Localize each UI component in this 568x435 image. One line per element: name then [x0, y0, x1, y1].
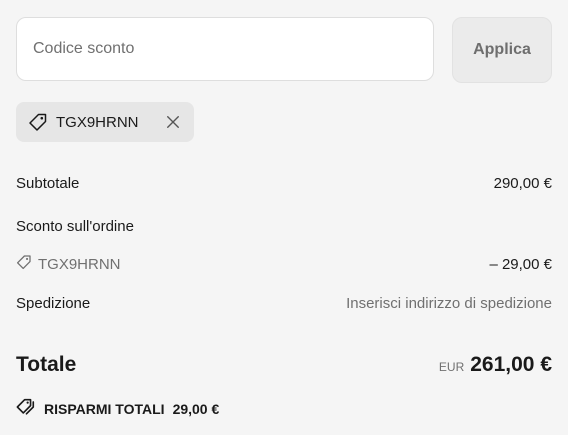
- order-discount-detail-row: TGX9HRNN – 29,00 €: [16, 254, 552, 274]
- order-discount-code: TGX9HRNN: [16, 254, 121, 274]
- order-discount-code-text: TGX9HRNN: [38, 255, 121, 273]
- savings-amount: 29,00 €: [172, 400, 220, 417]
- shipping-row: Spedizione Inserisci indirizzo di spediz…: [16, 295, 552, 312]
- order-discount-label: Sconto sull'ordine: [16, 218, 134, 235]
- applied-discount-chip: TGX9HRNN: [16, 102, 194, 142]
- tag-icon: [16, 254, 32, 274]
- subtotal-value: 290,00 €: [493, 175, 552, 192]
- tags-icon: [16, 397, 36, 420]
- savings-label: RISPARMI TOTALI: [44, 400, 165, 417]
- discount-code-input[interactable]: [16, 17, 434, 81]
- total-row: Totale EUR 261,00 €: [16, 353, 552, 377]
- discount-code-row: Applica: [16, 17, 552, 83]
- subtotal-label: Subtotale: [16, 175, 80, 192]
- total-savings: RISPARMI TOTALI 29,00 €: [16, 397, 219, 420]
- subtotal-row: Subtotale 290,00 €: [16, 175, 552, 192]
- shipping-value: Inserisci indirizzo di spedizione: [346, 295, 552, 312]
- total-label: Totale: [16, 353, 77, 376]
- apply-discount-button[interactable]: Applica: [452, 17, 552, 83]
- total-currency: EUR: [438, 360, 465, 374]
- order-discount-row: Sconto sull'ordine: [16, 218, 552, 235]
- order-discount-value: – 29,00 €: [489, 255, 552, 273]
- total-price: EUR 261,00 €: [439, 353, 552, 377]
- applied-discount-code: TGX9HRNN: [56, 113, 139, 131]
- total-amount: 261,00 €: [470, 353, 552, 376]
- tag-icon: [28, 112, 48, 132]
- shipping-label: Spedizione: [16, 295, 91, 312]
- close-icon[interactable]: [164, 113, 182, 131]
